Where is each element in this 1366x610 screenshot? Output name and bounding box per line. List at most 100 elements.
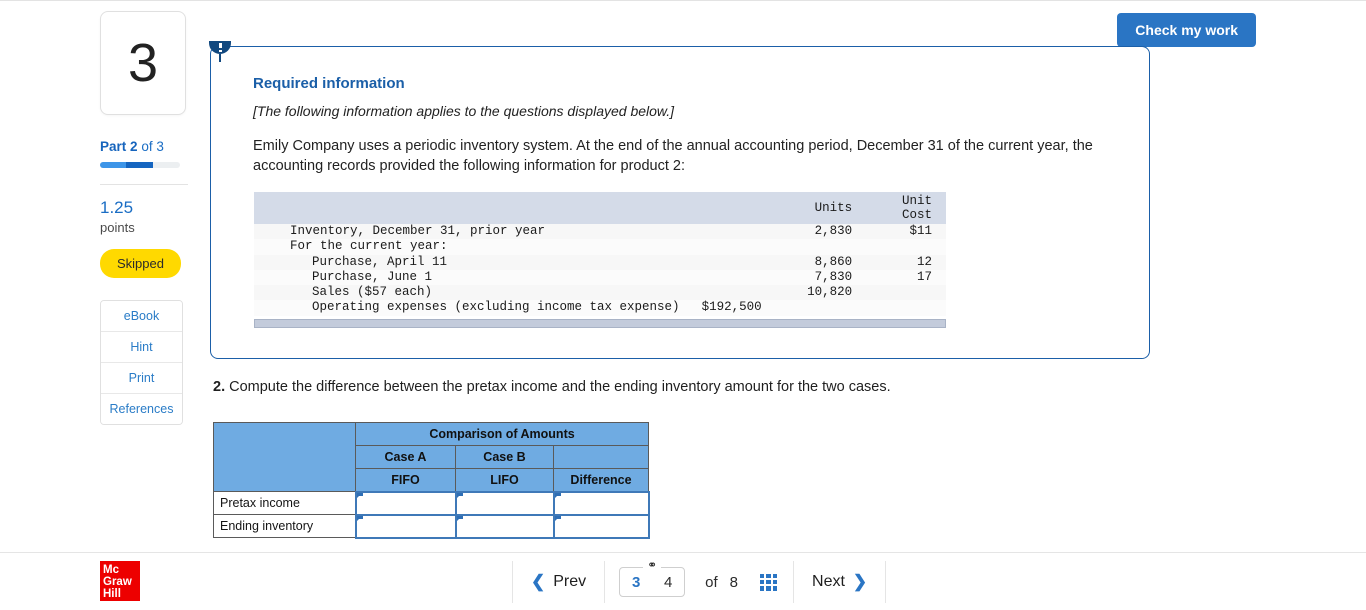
bottom-navigation-bar: Mc Graw Hill ❮ Prev ⚭ 3 4 of 8 Next ❯ bbox=[0, 552, 1366, 610]
row-units: 10,820 bbox=[807, 285, 853, 300]
inventory-header-row: Units Unit Cost bbox=[254, 192, 946, 224]
next-button[interactable]: Next ❯ bbox=[794, 572, 885, 592]
progress-segment-1 bbox=[100, 162, 127, 168]
grid-view-icon[interactable] bbox=[760, 573, 778, 591]
row-unit-cost: $11 bbox=[909, 224, 932, 238]
fifo-header: FIFO bbox=[355, 468, 456, 492]
check-my-work-button[interactable]: Check my work bbox=[1117, 13, 1256, 47]
inventory-data-table: Units Unit Cost Inventory, December 31, … bbox=[254, 192, 946, 316]
row-label: Purchase, June 1 bbox=[312, 269, 433, 284]
marker-bulb bbox=[209, 41, 231, 54]
inventory-table-body: Inventory, December 31, prior year 2,830 $… bbox=[254, 224, 946, 316]
sidebar-divider bbox=[100, 184, 188, 185]
table-row: Operating expenses (excluding income tax… bbox=[254, 300, 946, 316]
prev-button[interactable]: ❮ Prev bbox=[513, 572, 604, 592]
part-current: 2 bbox=[130, 139, 138, 154]
row-unit-cost: 12 bbox=[916, 254, 932, 269]
input-pretax-lifo[interactable] bbox=[454, 490, 555, 516]
table-horizontal-scrollbar[interactable] bbox=[254, 318, 946, 328]
logo-line-3: Hill bbox=[103, 588, 121, 601]
sidebar-button-stack: eBook Hint Print References bbox=[100, 299, 183, 425]
row-unit-cost: 17 bbox=[916, 269, 932, 284]
header-blank bbox=[254, 192, 762, 224]
cell-marker-triangle-icon bbox=[554, 492, 560, 498]
comparison-answer-table: Comparison of Amounts Case A Case B FIFO… bbox=[213, 422, 650, 539]
nav-separator-far-right bbox=[885, 561, 887, 603]
part-indicator: Part 2 of 3 bbox=[100, 139, 188, 154]
question-2-number: 2. bbox=[213, 379, 226, 395]
cell-marker-triangle-icon bbox=[456, 492, 462, 498]
info-marker-icon bbox=[209, 41, 231, 63]
inventory-table-head: Units Unit Cost bbox=[254, 192, 946, 224]
group-header-row: Comparison of Amounts bbox=[213, 422, 649, 492]
pagination-controls: ❮ Prev ⚭ 3 4 of 8 Next ❯ bbox=[512, 559, 887, 603]
row-label-pretax-income: Pretax income bbox=[213, 491, 356, 515]
row-units: 8,860 bbox=[814, 254, 853, 269]
header-unit-cost: Unit Cost bbox=[901, 193, 932, 222]
part-progress-group: Part 2 of 3 bbox=[100, 139, 188, 168]
part-progress-bar bbox=[100, 162, 180, 168]
required-information-body: Emily Company uses a periodic inventory … bbox=[253, 138, 1093, 174]
row-unit-cost bbox=[866, 239, 946, 254]
comparison-table-body: Comparison of Amounts Case A Case B FIFO… bbox=[213, 422, 650, 539]
case-blank-header bbox=[553, 445, 649, 469]
cell-marker-triangle-icon bbox=[356, 492, 362, 498]
required-information-title: Required information bbox=[253, 75, 405, 92]
question-sidebar: 3 Part 2 of 3 1.25 points Skipped eBook … bbox=[100, 11, 188, 425]
of-label: of bbox=[705, 573, 718, 591]
points-label: points bbox=[100, 219, 135, 235]
question-2-prompt: 2. Compute the difference between the pr… bbox=[213, 379, 891, 395]
ebook-button[interactable]: eBook bbox=[101, 300, 182, 332]
row-label: Purchase, April 11 bbox=[312, 254, 448, 269]
inventory-data-table-wrapper: Units Unit Cost Inventory, December 31, … bbox=[254, 192, 946, 328]
references-button[interactable]: References bbox=[101, 393, 182, 424]
difference-header: Difference bbox=[553, 468, 649, 492]
cell-marker-triangle-icon bbox=[356, 515, 362, 521]
input-pretax-fifo[interactable] bbox=[354, 490, 457, 516]
chevron-right-icon: ❯ bbox=[852, 572, 868, 591]
row-units bbox=[762, 239, 867, 254]
nav-separator-mid bbox=[604, 561, 606, 603]
part-prefix: Part bbox=[100, 139, 127, 154]
table-row: For the current year: bbox=[254, 239, 946, 255]
chevron-left-icon: ❮ bbox=[531, 572, 546, 591]
required-information-card: Required information [The following info… bbox=[210, 46, 1150, 359]
question-2-text: Compute the difference between the preta… bbox=[229, 379, 891, 395]
logo-line-2: Graw bbox=[103, 576, 132, 589]
cell-marker-triangle-icon bbox=[554, 515, 560, 521]
page-total: 8 bbox=[729, 573, 739, 591]
points-value: 1.25 bbox=[100, 198, 134, 217]
table-row: Ending inventory bbox=[213, 513, 650, 539]
print-button[interactable]: Print bbox=[101, 362, 182, 394]
page-current: 3 bbox=[631, 573, 641, 591]
lifo-header: LIFO bbox=[455, 468, 554, 492]
case-b-header: Case B bbox=[455, 445, 554, 469]
progress-segment-2 bbox=[126, 162, 153, 168]
input-pretax-difference[interactable] bbox=[552, 490, 650, 516]
group-header-cell: Comparison of Amounts bbox=[355, 422, 649, 446]
row-units: 2,830 bbox=[814, 224, 853, 238]
input-ending-inventory-lifo[interactable] bbox=[454, 513, 555, 539]
link-chain-icon: ⚭ bbox=[643, 559, 662, 571]
table-row: Purchase, April 11 8,860 12 bbox=[254, 254, 946, 270]
header-units: Units bbox=[814, 200, 853, 215]
table-row: Pretax income bbox=[213, 490, 650, 516]
row-label: Operating expenses (excluding income tax… bbox=[312, 300, 762, 315]
assignment-page: 3 Part 2 of 3 1.25 points Skipped eBook … bbox=[0, 0, 1366, 610]
row-unit-cost bbox=[866, 285, 946, 300]
row-amount: $192,500 bbox=[701, 300, 762, 315]
hint-button[interactable]: Hint bbox=[101, 331, 182, 363]
row-label: Inventory, December 31, prior year bbox=[290, 224, 546, 238]
input-ending-inventory-fifo[interactable] bbox=[354, 513, 457, 539]
row-units: 7,830 bbox=[814, 269, 853, 284]
mcgraw-hill-logo: Mc Graw Hill bbox=[100, 561, 140, 601]
row-unit-cost bbox=[866, 300, 946, 315]
input-ending-inventory-difference[interactable] bbox=[552, 513, 650, 539]
table-row: Sales ($57 each) 10,820 bbox=[254, 285, 946, 301]
page-number-box[interactable]: ⚭ 3 4 bbox=[619, 559, 686, 597]
required-information-note: [The following information applies to th… bbox=[253, 103, 675, 119]
question-number: 3 bbox=[127, 33, 159, 93]
page-linked: 4 bbox=[663, 573, 673, 591]
table-row: Purchase, June 1 7,830 17 bbox=[254, 269, 946, 286]
question-number-card: 3 bbox=[100, 11, 186, 115]
